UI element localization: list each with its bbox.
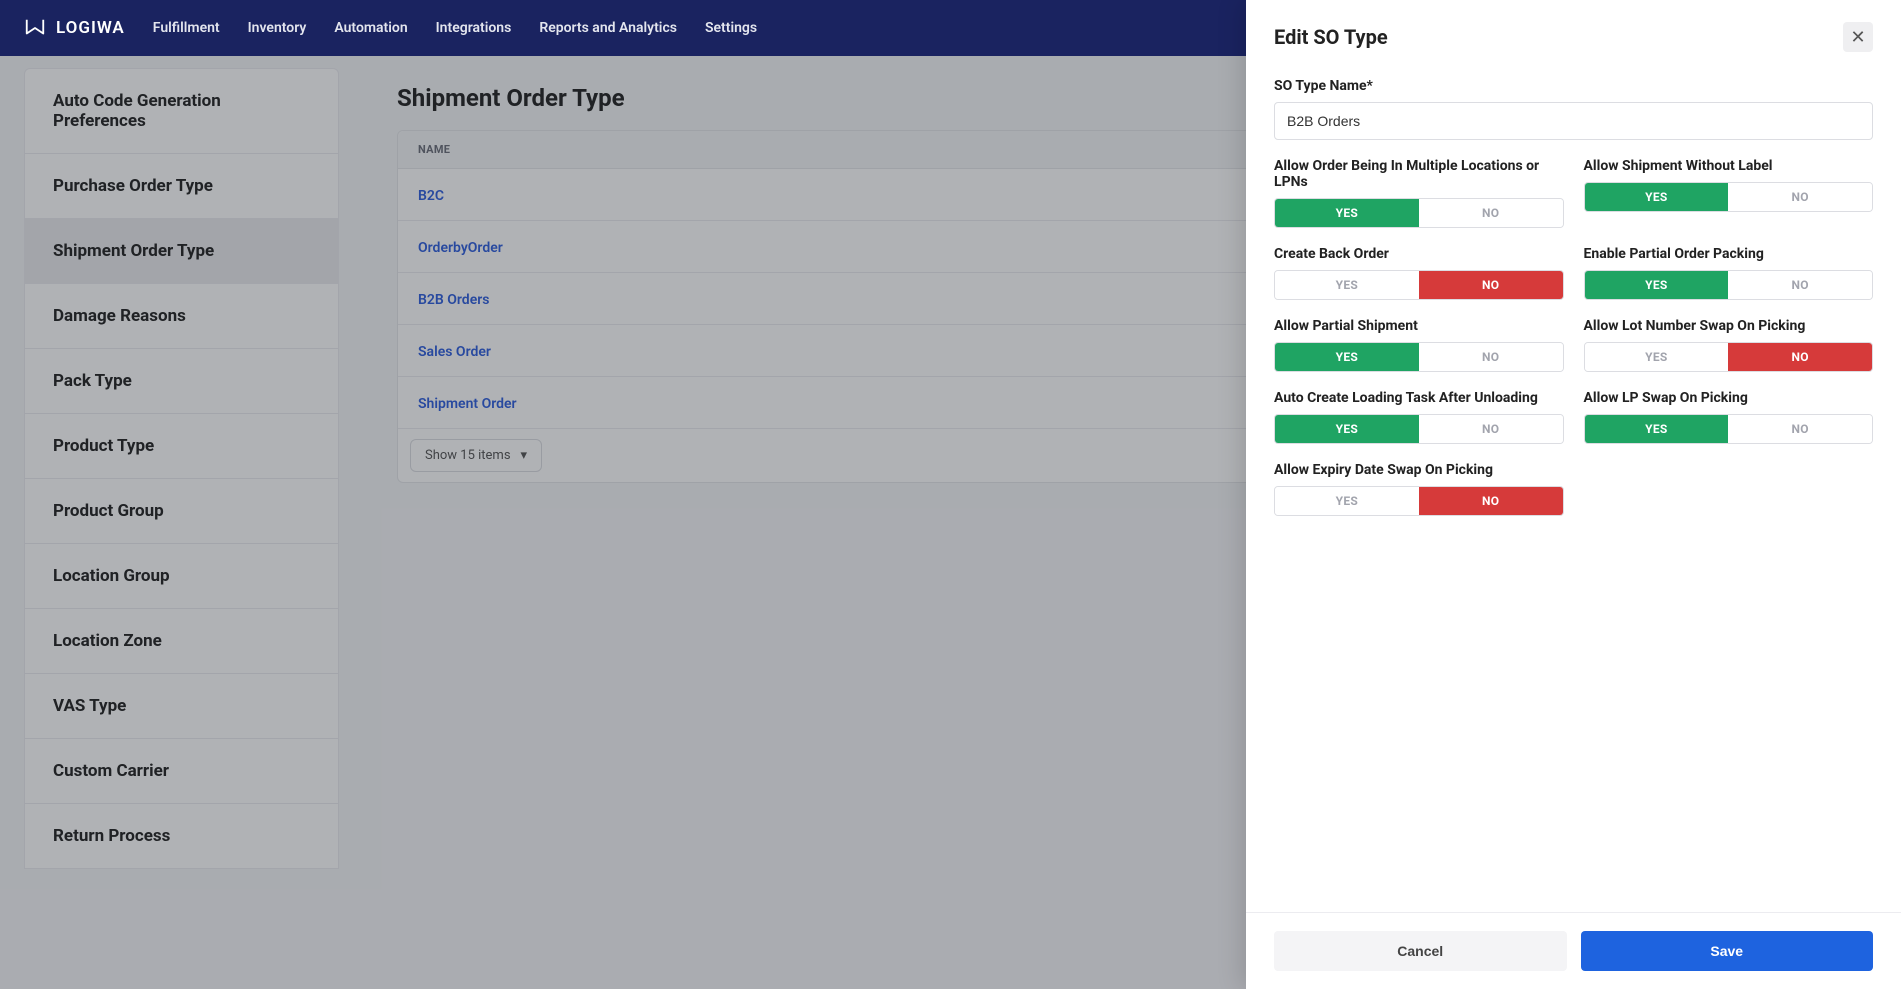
toggle-label: Auto Create Loading Task After Unloading bbox=[1274, 390, 1564, 406]
toggle-label: Allow LP Swap On Picking bbox=[1584, 390, 1874, 406]
toggle-auto-create-loading-task-after-unloading: Auto Create Loading Task After Unloading… bbox=[1274, 390, 1564, 444]
toggle-create-back-order: Create Back Order YESNO bbox=[1274, 246, 1564, 300]
toggle-switch[interactable]: YESNO bbox=[1584, 270, 1874, 300]
toggle-yes[interactable]: YES bbox=[1275, 415, 1419, 443]
logo-icon bbox=[24, 17, 46, 39]
toggle-allow-lot-number-swap-on-picking: Allow Lot Number Swap On Picking YESNO bbox=[1584, 318, 1874, 372]
toggle-allow-partial-shipment: Allow Partial Shipment YESNO bbox=[1274, 318, 1564, 372]
toggle-switch[interactable]: YESNO bbox=[1584, 414, 1874, 444]
drawer-title: Edit SO Type bbox=[1274, 25, 1388, 49]
toggle-label: Allow Order Being In Multiple Locations … bbox=[1274, 158, 1564, 190]
toggle-label: Enable Partial Order Packing bbox=[1584, 246, 1874, 262]
toggle-switch[interactable]: YESNO bbox=[1274, 414, 1564, 444]
toggle-allow-expiry-date-swap-on-picking: Allow Expiry Date Swap On Picking YESNO bbox=[1274, 462, 1564, 516]
close-button[interactable]: ✕ bbox=[1843, 22, 1873, 52]
toggle-label: Allow Lot Number Swap On Picking bbox=[1584, 318, 1874, 334]
toggle-label: Create Back Order bbox=[1274, 246, 1564, 262]
toggle-yes[interactable]: YES bbox=[1585, 183, 1729, 211]
brand-text: LOGIWA bbox=[56, 18, 125, 38]
toggle-allow-lp-swap-on-picking: Allow LP Swap On Picking YESNO bbox=[1584, 390, 1874, 444]
toggle-no[interactable]: NO bbox=[1728, 271, 1872, 299]
toggle-no[interactable]: NO bbox=[1419, 343, 1563, 371]
nav-automation[interactable]: Automation bbox=[334, 20, 407, 36]
save-button[interactable]: Save bbox=[1581, 931, 1874, 971]
toggle-yes[interactable]: YES bbox=[1585, 415, 1729, 443]
nav-integrations[interactable]: Integrations bbox=[436, 20, 512, 36]
so-type-name-label: SO Type Name* bbox=[1274, 78, 1873, 94]
toggle-yes[interactable]: YES bbox=[1585, 271, 1729, 299]
toggle-yes[interactable]: YES bbox=[1585, 343, 1729, 371]
toggle-no[interactable]: NO bbox=[1728, 415, 1872, 443]
toggle-allow-shipment-without-label: Allow Shipment Without Label YESNO bbox=[1584, 158, 1874, 228]
close-icon: ✕ bbox=[1850, 27, 1865, 48]
nav-inventory[interactable]: Inventory bbox=[248, 20, 307, 36]
nav-settings[interactable]: Settings bbox=[705, 20, 757, 36]
toggle-switch[interactable]: YESNO bbox=[1584, 182, 1874, 212]
toggle-enable-partial-order-packing: Enable Partial Order Packing YESNO bbox=[1584, 246, 1874, 300]
drawer-body: SO Type Name* Allow Order Being In Multi… bbox=[1246, 74, 1901, 912]
nav-fulfillment[interactable]: Fulfillment bbox=[153, 20, 220, 36]
toggle-no[interactable]: NO bbox=[1419, 199, 1563, 227]
toggle-yes[interactable]: YES bbox=[1275, 199, 1419, 227]
toggle-no[interactable]: NO bbox=[1419, 487, 1563, 515]
so-type-name-input[interactable] bbox=[1274, 102, 1873, 140]
toggle-no[interactable]: NO bbox=[1728, 183, 1872, 211]
cancel-button[interactable]: Cancel bbox=[1274, 931, 1567, 971]
toggle-switch[interactable]: YESNO bbox=[1274, 486, 1564, 516]
nav-reports-and-analytics[interactable]: Reports and Analytics bbox=[539, 20, 677, 36]
drawer-footer: Cancel Save bbox=[1246, 912, 1901, 989]
toggle-label: Allow Partial Shipment bbox=[1274, 318, 1564, 334]
toggle-label: Allow Expiry Date Swap On Picking bbox=[1274, 462, 1564, 478]
toggle-switch[interactable]: YESNO bbox=[1584, 342, 1874, 372]
brand-logo: LOGIWA bbox=[24, 17, 125, 39]
edit-so-type-drawer: Edit SO Type ✕ SO Type Name* Allow Order… bbox=[1246, 0, 1901, 989]
toggle-allow-order-being-in-multiple-locations-or-lpns: Allow Order Being In Multiple Locations … bbox=[1274, 158, 1564, 228]
toggle-switch[interactable]: YESNO bbox=[1274, 342, 1564, 372]
toggle-no[interactable]: NO bbox=[1419, 271, 1563, 299]
toggle-yes[interactable]: YES bbox=[1275, 343, 1419, 371]
toggle-label: Allow Shipment Without Label bbox=[1584, 158, 1874, 174]
toggle-switch[interactable]: YESNO bbox=[1274, 270, 1564, 300]
toggle-yes[interactable]: YES bbox=[1275, 271, 1419, 299]
toggle-switch[interactable]: YESNO bbox=[1274, 198, 1564, 228]
toggle-no[interactable]: NO bbox=[1728, 343, 1872, 371]
drawer-header: Edit SO Type ✕ bbox=[1246, 0, 1901, 74]
toggle-no[interactable]: NO bbox=[1419, 415, 1563, 443]
toggle-yes[interactable]: YES bbox=[1275, 487, 1419, 515]
